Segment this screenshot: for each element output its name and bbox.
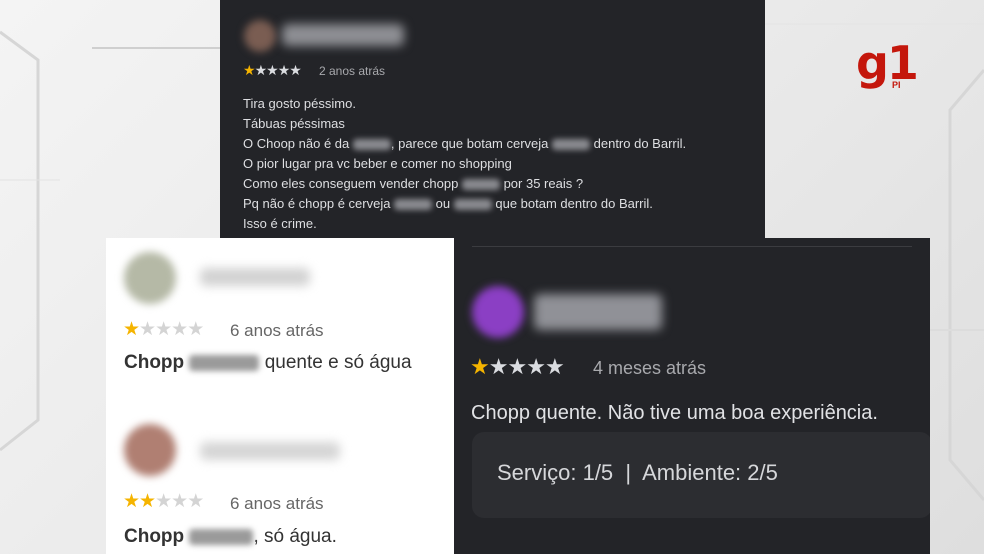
review-card-top: ★ ★ ★ ★ ★ 2 anos atrás Tira gosto péssimo. Tá… [220, 0, 765, 238]
review-text-segment: Tira gosto péssimo. [243, 96, 356, 111]
brand-name-blurred [453, 199, 492, 211]
review-text-segment: ou [432, 196, 454, 211]
star-rating: ★ ★ ★ ★ ★ [123, 318, 204, 341]
review-text-start: Chopp [124, 352, 190, 373]
star-rating: ★ ★ ★ ★ ★ [243, 62, 302, 79]
star-empty-icon: ★ [155, 491, 172, 512]
reviewer-avatar [124, 424, 176, 476]
star-empty-icon: ★ [544, 354, 565, 379]
star-empty-icon: ★ [187, 319, 204, 340]
star-empty-icon: ★ [155, 319, 172, 340]
review-text-segment: , parece que botam cerveja [390, 136, 553, 151]
review-text-line: O Choop não é da , parece que botam cerv… [243, 134, 686, 154]
review-time: 6 anos atrás [230, 321, 324, 340]
rating-breakdown: Serviço: 1/5 | Ambiente: 2/5 [497, 460, 778, 485]
star-empty-icon: ★ [254, 62, 268, 78]
review-text: Chopp quente. Não tive uma boa experiênc… [471, 402, 878, 424]
star-empty-icon: ★ [187, 491, 204, 512]
star-filled-icon: ★ [123, 319, 140, 340]
review-text-segment: O pior lugar pra vc beber e comer no sho… [243, 156, 512, 171]
review-text-line: Tábuas péssimas [243, 114, 686, 134]
star-filled-icon: ★ [123, 491, 140, 512]
reviewer-name-blurred [200, 268, 310, 286]
review-text-segment: Tábuas péssimas [243, 116, 345, 131]
g1-region-text: PI [892, 80, 901, 90]
star-filled-icon: ★ [243, 62, 256, 78]
g1-logo-text: g1 [856, 36, 919, 90]
reviewer-avatar [244, 20, 276, 52]
review-text-end: , só água. [253, 526, 337, 547]
review-time: 2 anos atrás [319, 64, 386, 78]
star-empty-icon: ★ [171, 491, 188, 512]
brand-name-blurred [189, 528, 254, 545]
review-text: Tira gosto péssimo. Tábuas péssimas O Choo… [243, 94, 686, 234]
review-text-segment: Como eles conseguem vender chopp [243, 176, 462, 191]
review-list-left: ★ ★ ★ ★ ★ 6 anos atrás Chopp quente e só águ… [106, 238, 454, 554]
review-text-segment: Pq não é chopp é cerveja [243, 196, 395, 211]
review-text-segment: que botam dentro do Barril. [491, 196, 653, 211]
star-empty-icon: ★ [507, 354, 527, 379]
star-empty-icon: ★ [289, 62, 302, 78]
review-text: Chopp quente e só água [124, 352, 412, 374]
review-text-end: quente e só água [259, 352, 412, 373]
star-empty-icon: ★ [171, 319, 188, 340]
star-empty-icon: ★ [277, 62, 291, 78]
review-text: Chopp , só água. [124, 526, 337, 548]
brand-name-blurred [552, 139, 591, 151]
brand-name-blurred [461, 179, 500, 191]
review-card-right: ★ ★ ★ ★ ★ 4 meses atrás Chopp quente. Não ti… [454, 238, 930, 554]
star-filled-icon: ★ [139, 491, 156, 512]
reviewer-name-blurred [534, 294, 662, 330]
divider [472, 246, 912, 247]
review-text-line: O pior lugar pra vc beber e comer no sho… [243, 154, 686, 174]
review-text-segment: Isso é crime. [243, 216, 317, 231]
star-empty-icon: ★ [526, 354, 546, 379]
star-empty-icon: ★ [488, 354, 509, 379]
brand-name-blurred [189, 354, 260, 371]
review-time: 6 anos atrás [230, 494, 324, 513]
review-text-segment: O Choop não é da [243, 136, 353, 151]
review-text-line: Pq não é chopp é cerveja ou que botam de… [243, 194, 686, 214]
reviewer-avatar [472, 286, 524, 338]
review-text-line: Como eles conseguem vender chopp por 35 … [243, 174, 686, 194]
brand-name-blurred [352, 139, 391, 151]
star-empty-icon: ★ [266, 62, 279, 78]
reviewer-name-blurred [282, 24, 404, 46]
star-rating: ★ ★ ★ ★ ★ [123, 490, 204, 513]
rating-breakdown-box: Serviço: 1/5 | Ambiente: 2/5 [472, 432, 930, 518]
brand-name-blurred [394, 199, 433, 211]
review-text-line: Isso é crime. [243, 214, 686, 234]
g1-logo: g1 PI [856, 40, 919, 90]
review-text-start: Chopp [124, 526, 190, 547]
star-filled-icon: ★ [470, 354, 490, 379]
review-text-line: Tira gosto péssimo. [243, 94, 686, 114]
reviewer-name-blurred [200, 442, 340, 460]
star-rating: ★ ★ ★ ★ ★ [470, 354, 565, 380]
reviewer-avatar [124, 252, 176, 304]
review-text-segment: dentro do Barril. [590, 136, 687, 151]
review-time: 4 meses atrás [593, 358, 707, 378]
star-empty-icon: ★ [139, 319, 156, 340]
review-text-segment: por 35 reais ? [499, 176, 584, 191]
